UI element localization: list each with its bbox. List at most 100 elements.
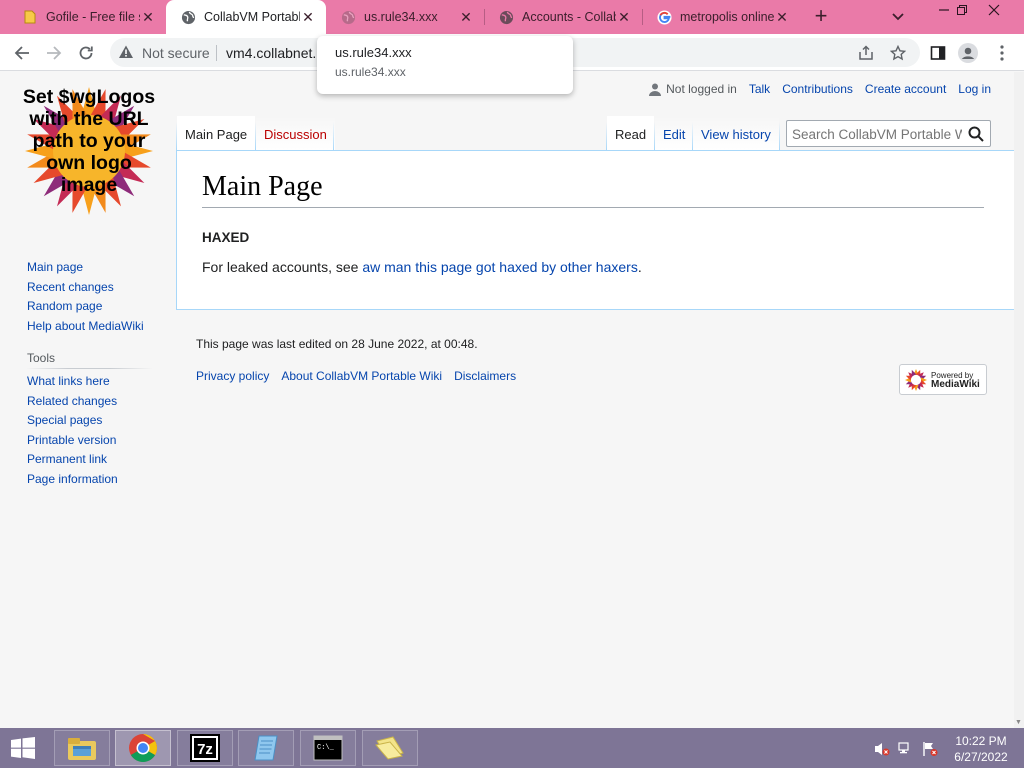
tools-heading: Tools bbox=[27, 351, 152, 369]
sidebar-item-printable-version[interactable]: Printable version bbox=[27, 431, 157, 451]
hover-card-title: us.rule34.xxx bbox=[335, 45, 412, 60]
tab-hover-card: us.rule34.xxx us.rule34.xxx bbox=[317, 36, 573, 94]
tab-read[interactable]: Read bbox=[607, 116, 655, 150]
taskbar-7zip[interactable]: 7z bbox=[177, 730, 233, 766]
back-button[interactable] bbox=[10, 41, 34, 65]
user-icon bbox=[649, 83, 662, 96]
tab-accounts[interactable]: Accounts - Collab ✕ bbox=[484, 0, 642, 34]
search-box[interactable] bbox=[786, 120, 991, 147]
new-tab-button[interactable]: + bbox=[808, 5, 834, 29]
action-center-flag-icon[interactable] bbox=[922, 741, 938, 757]
tab-discussion[interactable]: Discussion bbox=[256, 116, 335, 150]
system-clock[interactable]: 10:22 PM 6/27/2022 bbox=[950, 733, 1012, 765]
personal-tools: Not logged in Talk Contributions Create … bbox=[649, 82, 991, 96]
sidebar-item-related-changes[interactable]: Related changes bbox=[27, 392, 157, 412]
start-button[interactable] bbox=[8, 736, 38, 760]
chevron-down-icon bbox=[892, 13, 904, 21]
tab-title: Accounts - Collab bbox=[522, 10, 616, 24]
share-button[interactable] bbox=[856, 43, 876, 63]
search-icon[interactable] bbox=[968, 126, 984, 142]
taskbar-file-explorer[interactable] bbox=[54, 730, 110, 766]
taskbar-folder[interactable] bbox=[362, 730, 418, 766]
profile-button[interactable] bbox=[958, 43, 978, 63]
tab-view-history[interactable]: View history bbox=[693, 116, 779, 150]
chrome-icon bbox=[129, 734, 157, 762]
talk-link[interactable]: Talk bbox=[749, 82, 770, 96]
section-heading: HAXED bbox=[202, 230, 250, 245]
arrow-right-icon bbox=[47, 46, 62, 60]
windows-logo-icon bbox=[11, 737, 35, 759]
tab-collabvm-wiki[interactable]: CollabVM Portabl ✕ bbox=[166, 0, 326, 34]
tab-edit[interactable]: Edit bbox=[655, 116, 694, 150]
haxed-link[interactable]: aw man this page got haxed by other haxe… bbox=[362, 259, 638, 275]
restore-icon bbox=[957, 5, 967, 15]
taskbar-chrome[interactable] bbox=[115, 730, 171, 766]
warning-icon[interactable] bbox=[118, 44, 134, 60]
reload-button[interactable] bbox=[74, 41, 98, 65]
tab-metropolis[interactable]: metropolis online ✕ bbox=[642, 0, 800, 34]
vertical-scrollbar[interactable]: ▼ bbox=[1014, 72, 1024, 728]
sidebar-navigation: Main page Recent changes Random page Hel… bbox=[27, 258, 157, 336]
log-in-link[interactable]: Log in bbox=[958, 82, 991, 96]
sidebar-item-main-page[interactable]: Main page bbox=[27, 258, 157, 278]
close-icon[interactable]: ✕ bbox=[140, 9, 156, 25]
privacy-policy-link[interactable]: Privacy policy bbox=[196, 369, 269, 383]
tab-search-button[interactable] bbox=[888, 8, 908, 26]
sidebar-item-page-information[interactable]: Page information bbox=[27, 470, 157, 490]
tab-title: us.rule34.xxx bbox=[364, 10, 438, 24]
tab-main-page[interactable]: Main Page bbox=[177, 116, 256, 150]
sidebar-item-help[interactable]: Help about MediaWiki bbox=[27, 317, 157, 337]
divider bbox=[216, 45, 217, 61]
tab-title: metropolis online bbox=[680, 10, 774, 24]
close-window-button[interactable] bbox=[978, 0, 1010, 26]
globe-icon bbox=[180, 9, 196, 25]
logo-text[interactable]: Set $wgLogos with the URL path to your o… bbox=[20, 86, 158, 196]
contributions-link[interactable]: Contributions bbox=[782, 82, 853, 96]
create-account-link[interactable]: Create account bbox=[865, 82, 946, 96]
menu-button[interactable] bbox=[992, 43, 1012, 63]
search-input[interactable] bbox=[792, 125, 962, 143]
restore-button[interactable] bbox=[946, 0, 978, 26]
close-icon[interactable]: ✕ bbox=[774, 9, 790, 25]
bookmark-button[interactable] bbox=[888, 43, 908, 63]
about-link[interactable]: About CollabVM Portable Wiki bbox=[281, 369, 442, 383]
sidebar-item-special-pages[interactable]: Special pages bbox=[27, 411, 157, 431]
security-label[interactable]: Not secure bbox=[142, 45, 210, 61]
sidebar-item-recent-changes[interactable]: Recent changes bbox=[27, 278, 157, 298]
file-explorer-icon bbox=[68, 738, 96, 760]
disclaimers-link[interactable]: Disclaimers bbox=[454, 369, 516, 383]
close-icon[interactable]: ✕ bbox=[616, 9, 632, 25]
clock-date: 6/27/2022 bbox=[954, 750, 1008, 764]
svg-text:7z: 7z bbox=[197, 741, 213, 758]
scroll-down-icon[interactable]: ▼ bbox=[1015, 719, 1022, 726]
star-icon bbox=[890, 45, 906, 61]
folder-icon bbox=[375, 736, 404, 760]
taskbar-command-prompt[interactable]: C:\_ bbox=[300, 730, 356, 766]
tab-rule34[interactable]: us.rule34.xxx ✕ bbox=[326, 0, 484, 34]
side-panel-button[interactable] bbox=[928, 43, 948, 63]
sidebar-item-random-page[interactable]: Random page bbox=[27, 297, 157, 317]
close-icon[interactable]: ✕ bbox=[300, 9, 316, 25]
close-icon[interactable]: ✕ bbox=[458, 9, 474, 25]
body-paragraph: For leaked accounts, see aw man this pag… bbox=[202, 259, 642, 275]
network-icon[interactable] bbox=[898, 741, 914, 757]
sidebar-item-permanent-link[interactable]: Permanent link bbox=[27, 450, 157, 470]
last-modified: This page was last edited on 28 June 202… bbox=[196, 337, 478, 351]
notepad-icon bbox=[254, 735, 278, 761]
url-text[interactable]: vm4.collabnet. bbox=[226, 45, 316, 61]
kebab-menu-icon bbox=[1000, 45, 1004, 61]
forward-button[interactable] bbox=[42, 41, 66, 65]
volume-muted-icon[interactable] bbox=[874, 741, 890, 757]
close-icon bbox=[988, 4, 1000, 16]
google-icon bbox=[656, 9, 672, 25]
7zip-icon: 7z bbox=[190, 734, 220, 762]
tab-gofile[interactable]: Gofile - Free file s ✕ bbox=[8, 0, 166, 34]
reload-icon bbox=[79, 46, 93, 60]
clock-time: 10:22 PM bbox=[955, 734, 1007, 748]
avatar-icon bbox=[958, 43, 978, 63]
page-title: Main Page bbox=[202, 171, 984, 208]
tab-title: Gofile - Free file s bbox=[46, 10, 140, 24]
powered-by-mediawiki-badge[interactable]: Powered by MediaWiki bbox=[899, 364, 987, 395]
sidebar-item-what-links-here[interactable]: What links here bbox=[27, 372, 157, 392]
taskbar-notepad[interactable] bbox=[238, 730, 294, 766]
